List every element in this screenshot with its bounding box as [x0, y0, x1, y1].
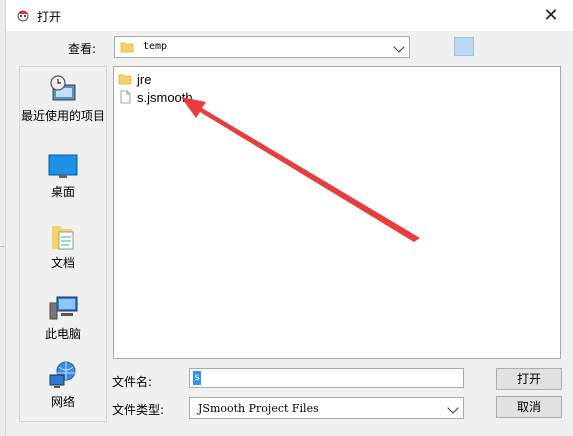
desktop-icon	[48, 154, 78, 178]
cancel-button[interactable]: 取消	[496, 396, 562, 418]
look-in-value: temp	[143, 41, 168, 52]
folder-icon	[118, 74, 132, 85]
file-type-dropdown[interactable]: JSmooth Project Files	[189, 397, 464, 419]
place-desktop[interactable]: 桌面	[20, 153, 106, 200]
app-icon	[17, 10, 29, 22]
list-item-s-jsmooth[interactable]: s.jsmooth	[118, 88, 193, 106]
file-icon	[120, 90, 131, 104]
place-label: 桌面	[50, 185, 75, 199]
network-icon	[49, 361, 76, 388]
list-item-jre[interactable]: jre	[118, 70, 151, 88]
file-type-value: JSmooth Project Files	[198, 402, 319, 415]
place-label: 此电脑	[44, 327, 81, 341]
place-documents[interactable]: 文档	[20, 222, 106, 271]
file-name: jre	[137, 71, 152, 87]
place-network[interactable]: 网络	[20, 361, 106, 410]
place-label: 文档	[50, 256, 75, 270]
file-type-label: 文件类型:	[112, 403, 165, 417]
place-recent-items[interactable]: 最近使用的项目	[20, 73, 106, 124]
title-bar: 打开 ✕	[6, 0, 573, 31]
file-name-value: s	[193, 371, 202, 385]
open-file-dialog: 打开 ✕ 查看: temp 最近使用的项目 桌面 文档 此电脑 网络 jre s…	[5, 0, 573, 436]
file-name-input[interactable]: s	[189, 368, 464, 388]
place-label: 最近使用的项目	[20, 109, 105, 123]
view-menu-button[interactable]	[454, 37, 474, 56]
documents-icon	[52, 226, 74, 250]
place-this-pc[interactable]: 此电脑	[20, 291, 106, 342]
file-name: s.jsmooth	[137, 89, 193, 105]
look-in-dropdown[interactable]: temp	[114, 36, 410, 58]
look-in-label: 查看:	[68, 42, 97, 56]
chevron-down-icon	[447, 402, 459, 414]
file-list[interactable]: jre s.jsmooth	[113, 66, 561, 359]
recent-items-icon	[50, 75, 76, 101]
this-pc-icon	[49, 296, 78, 320]
places-bar: 最近使用的项目 桌面 文档 此电脑 网络	[19, 66, 107, 422]
window-title: 打开	[37, 10, 62, 24]
open-button[interactable]: 打开	[496, 368, 562, 390]
place-label: 网络	[50, 395, 75, 409]
folder-icon	[120, 42, 134, 53]
file-name-label: 文件名:	[112, 375, 153, 389]
close-icon: ✕	[543, 5, 559, 26]
chevron-down-icon	[393, 41, 405, 53]
close-button[interactable]: ✕	[528, 0, 573, 31]
